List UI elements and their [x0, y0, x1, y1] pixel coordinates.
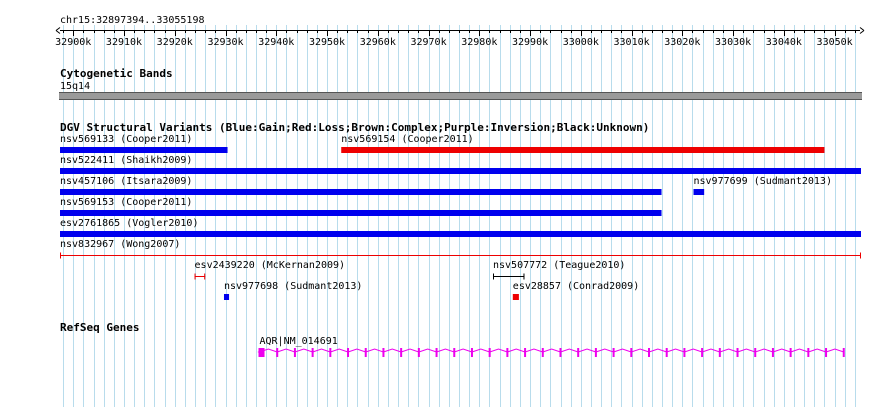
- gene-exon: [789, 348, 792, 357]
- ruler-tick-label: 33010k: [614, 37, 650, 48]
- dgv-feature-label: esv2439220 (McKernan2009): [195, 260, 346, 271]
- gene-exon: [382, 348, 385, 357]
- dgv-track[interactable]: nsv569133 (Cooper2011) nsv569154 (Cooper2…: [0, 133, 890, 303]
- refseq-track[interactable]: AQR|NM_014691: [0, 332, 890, 372]
- dgv-feature-label: nsv522411 (Shaikh2009): [60, 155, 192, 166]
- gene-exon: [470, 348, 473, 357]
- gene-exon: [683, 348, 686, 357]
- genome-browser-view: chr15:32897394..33055198 32900k 32910k 329…: [0, 0, 890, 407]
- ruler-tick-label: 33040k: [766, 37, 802, 48]
- gene-exon: [612, 348, 615, 357]
- ruler-tick-label: 32900k: [55, 37, 91, 48]
- dgv-feature-bar: [60, 189, 662, 195]
- gene-exon: [736, 348, 739, 357]
- gene-exon: [329, 348, 332, 357]
- gene-exon: [718, 348, 721, 357]
- gene-exon: [771, 348, 774, 357]
- ruler-right-arrow: [859, 27, 865, 34]
- gene-exon: [347, 348, 350, 357]
- ruler-tick-label: 33030k: [715, 37, 751, 48]
- dgv-feature-label: nsv569133 (Cooper2011): [60, 134, 192, 145]
- dgv-feature-bar: [60, 168, 861, 174]
- gene-exon: [842, 348, 845, 357]
- ruler-tick-label: 32960k: [360, 37, 396, 48]
- dgv-feature-bar: [512, 294, 519, 300]
- dgv-feature-label: nsv457106 (Itsara2009): [60, 176, 192, 187]
- ruler-tick-label: 33000k: [563, 37, 599, 48]
- dgv-feature-bar: [60, 210, 662, 216]
- ruler-tick-label: 33050k: [817, 37, 853, 48]
- dgv-feature-bar: [341, 147, 825, 153]
- gene-exon: [364, 348, 367, 357]
- ruler-tick-label: 32920k: [157, 37, 193, 48]
- gene-exon: [453, 348, 456, 357]
- gene-exon: [630, 348, 633, 357]
- gene-exon: [524, 348, 527, 357]
- gene-exon: [541, 348, 544, 357]
- gene-exon: [807, 348, 810, 357]
- gene-exon: [648, 348, 651, 357]
- ruler-tick-label: 32930k: [207, 37, 243, 48]
- gene-exon: [594, 348, 597, 357]
- gene-exon: [435, 348, 438, 357]
- gene-exon: [276, 348, 279, 357]
- gene-exon: [665, 348, 668, 357]
- gene-exon: [559, 348, 562, 357]
- ruler-left-arrow: [55, 27, 61, 34]
- gene-exon: [754, 348, 757, 357]
- ruler-tick-label: 32980k: [461, 37, 497, 48]
- gene-exon: [506, 348, 509, 357]
- gene-exon: [488, 348, 491, 357]
- ruler-tick-label: 32950k: [309, 37, 345, 48]
- ruler-tick-label: 32970k: [410, 37, 446, 48]
- ruler-tick-label: 32990k: [512, 37, 548, 48]
- gene-exon: [400, 348, 403, 357]
- dgv-feature-bar: [223, 294, 230, 300]
- dgv-feature-bar: [60, 231, 861, 237]
- dgv-feature-label: nsv832967 (Wong2007): [60, 239, 180, 250]
- ruler-tick-label: 32910k: [106, 37, 142, 48]
- gene-label: AQR|NM_014691: [260, 336, 338, 347]
- cytoband-label: 15q14: [60, 81, 91, 92]
- dgv-feature-label: nsv507772 (Teague2010): [493, 260, 625, 271]
- dgv-feature-label: nsv977699 (Sudmant2013): [694, 176, 832, 187]
- gene-exon: [701, 348, 704, 357]
- dgv-feature-label: nsv569154 (Cooper2011): [341, 134, 473, 145]
- dgv-feature-label: esv28857 (Conrad2009): [513, 281, 639, 292]
- gene-exon: [311, 348, 314, 357]
- cytoband-bar[interactable]: [59, 92, 862, 100]
- dgv-feature-label: nsv977698 (Sudmant2013): [224, 281, 362, 292]
- dgv-feature-label: nsv569153 (Cooper2011): [60, 197, 192, 208]
- dgv-feature-bar: [60, 147, 228, 153]
- cytoband-track-title: Cytogenetic Bands: [60, 67, 173, 80]
- ruler-tick-label: 32940k: [258, 37, 294, 48]
- dgv-feature-label: esv2761865 (Vogler2010): [60, 218, 198, 229]
- ruler-tick-label: 33020k: [664, 37, 700, 48]
- gene-exon: [825, 348, 828, 357]
- gene-exon: [293, 348, 296, 357]
- gene-exon: [577, 348, 580, 357]
- gene-exon: [417, 348, 420, 357]
- dgv-feature-bar: [693, 189, 705, 195]
